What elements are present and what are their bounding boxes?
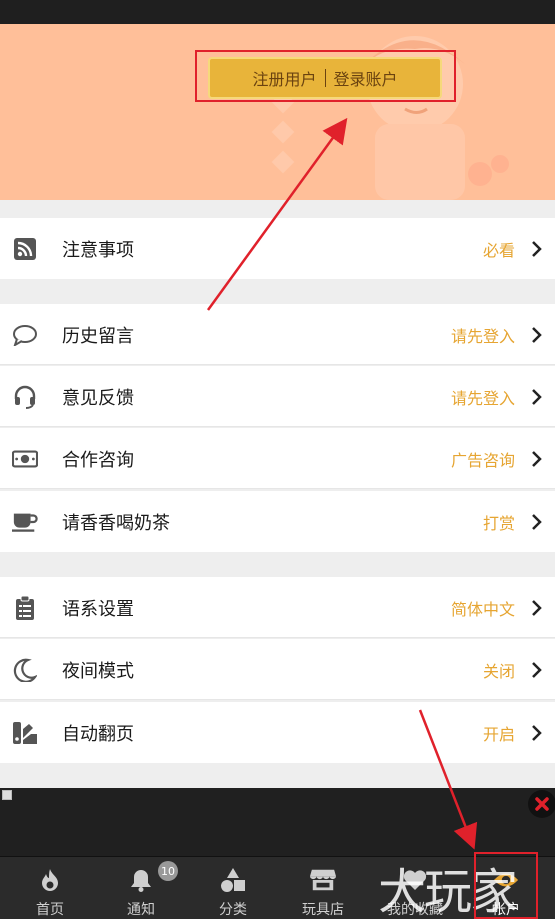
- account-header: 注册用户 登录账户: [0, 24, 555, 200]
- chevron-right-icon: [532, 450, 542, 467]
- menu-item-value: 请先登入: [450, 388, 515, 408]
- coffee-cup-icon: [12, 509, 38, 535]
- clipboard-list-icon: [12, 595, 38, 621]
- highlight-frame-login: [195, 50, 456, 102]
- menu-item-value: 打赏: [482, 513, 515, 533]
- menu-item-label: 合作咨询: [62, 449, 134, 471]
- menu-item-label: 注意事项: [62, 239, 134, 261]
- close-icon: [535, 797, 549, 811]
- chevron-right-icon: [532, 724, 542, 741]
- menu-item-night-mode[interactable]: 夜间模式 关闭: [0, 639, 555, 700]
- status-bar: [0, 0, 555, 24]
- chevron-right-icon: [532, 513, 542, 530]
- rss-icon: [12, 236, 38, 262]
- menu-item-label: 请香香喝奶茶: [62, 512, 170, 534]
- comment-bubble-icon: [12, 322, 38, 348]
- headset-icon: [12, 384, 38, 410]
- menu-item-label: 意见反馈: [62, 387, 134, 409]
- close-ad-button[interactable]: [528, 790, 555, 818]
- tab-notifications[interactable]: 10 通知: [111, 857, 178, 919]
- menu-item-value: 开启: [482, 724, 515, 744]
- menu-item-feedback[interactable]: 意见反馈 请先登入: [0, 366, 555, 427]
- notification-badge: 10: [158, 861, 178, 881]
- chevron-right-icon: [532, 326, 542, 343]
- money-bill-icon: [12, 446, 38, 472]
- menu-item-label: 夜间模式: [62, 660, 134, 682]
- flame-icon: [37, 867, 63, 893]
- chevron-right-icon: [532, 661, 542, 678]
- menu-item-notice[interactable]: 注意事项 必看: [0, 218, 555, 279]
- store-icon: [310, 867, 336, 893]
- highlight-frame-account-tab: [474, 852, 538, 919]
- menu-item-language[interactable]: 语系设置 简体中文: [0, 577, 555, 638]
- moon-icon: [12, 657, 38, 683]
- menu-item-auto-page[interactable]: 自动翻页 开启: [0, 702, 555, 763]
- menu-item-value: 广告咨询: [450, 450, 515, 470]
- ad-banner[interactable]: [0, 788, 555, 856]
- menu-item-cooperation[interactable]: 合作咨询 广告咨询: [0, 428, 555, 489]
- tab-home[interactable]: 首页: [20, 857, 80, 919]
- shapes-icon: [220, 867, 246, 893]
- tab-label: 通知: [127, 902, 155, 918]
- tab-label: 首页: [36, 902, 64, 918]
- tab-categories[interactable]: 分类: [203, 857, 263, 919]
- chevron-right-icon: [532, 388, 542, 405]
- menu-item-label: 历史留言: [62, 325, 134, 347]
- tab-label: 分类: [219, 902, 247, 918]
- tab-toy-store[interactable]: 玩具店: [293, 857, 353, 919]
- menu-item-history[interactable]: 历史留言 请先登入: [0, 304, 555, 365]
- swatchbook-icon: [12, 720, 38, 746]
- menu-item-value: 必看: [482, 240, 515, 260]
- chevron-right-icon: [532, 240, 542, 257]
- menu-item-value: 关闭: [482, 661, 515, 681]
- chevron-right-icon: [532, 599, 542, 616]
- broken-image-icon: [2, 790, 12, 800]
- menu-item-milk-tea[interactable]: 请香香喝奶茶 打赏: [0, 491, 555, 552]
- tab-label: 玩具店: [302, 902, 344, 918]
- menu-item-value: 简体中文: [450, 599, 515, 619]
- menu-item-label: 语系设置: [62, 598, 134, 620]
- menu-item-value: 请先登入: [450, 326, 515, 346]
- menu-item-label: 自动翻页: [62, 723, 134, 745]
- bell-icon: [128, 867, 154, 893]
